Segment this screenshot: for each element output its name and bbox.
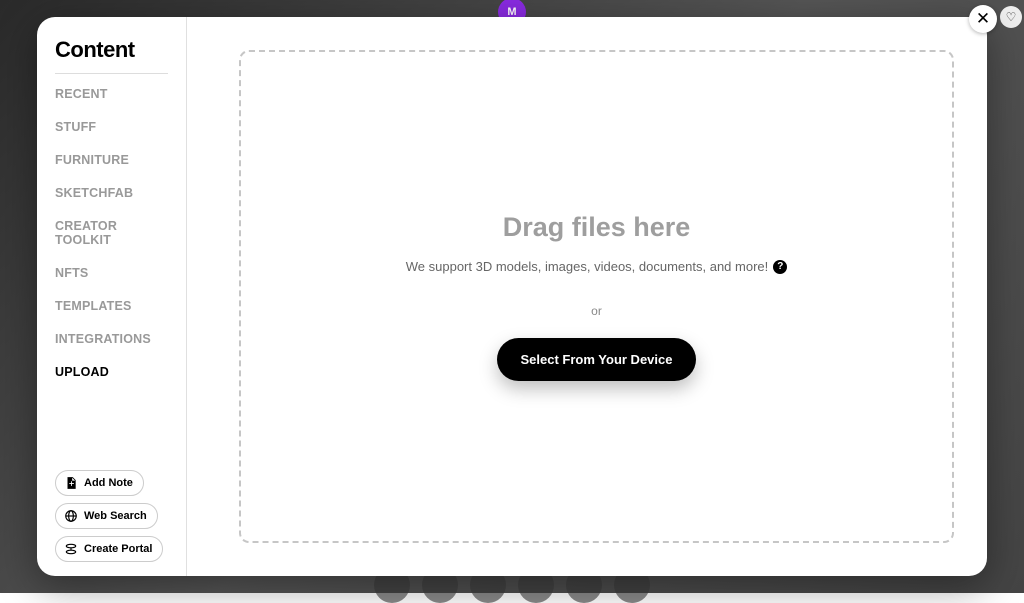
main-panel: Drag files here We support 3D models, im… xyxy=(187,17,987,576)
sidebar-bottom-actions: Add Note Web Search Create Portal xyxy=(55,470,168,562)
close-button[interactable]: ✕ xyxy=(969,5,997,33)
dropzone-subtext-label: We support 3D models, images, videos, do… xyxy=(406,259,769,274)
divider xyxy=(55,73,168,74)
web-search-label: Web Search xyxy=(84,510,147,522)
add-note-label: Add Note xyxy=(84,477,133,489)
dropzone-or: or xyxy=(591,304,602,318)
sidebar-item-integrations[interactable]: INTEGRATIONS xyxy=(55,332,168,346)
upload-dropzone[interactable]: Drag files here We support 3D models, im… xyxy=(239,50,954,543)
sidebar-item-templates[interactable]: TEMPLATES xyxy=(55,299,168,313)
sidebar-title: Content xyxy=(55,37,168,63)
create-portal-label: Create Portal xyxy=(84,543,152,555)
sidebar-item-furniture[interactable]: FURNITURE xyxy=(55,153,168,167)
create-portal-button[interactable]: Create Portal xyxy=(55,536,163,562)
portal-icon xyxy=(64,542,78,556)
select-from-device-button[interactable]: Select From Your Device xyxy=(497,338,697,381)
sidebar-item-stuff[interactable]: STUFF xyxy=(55,120,168,134)
content-modal: Content RECENT STUFF FURNITURE SKETCHFAB… xyxy=(37,17,987,576)
add-note-button[interactable]: Add Note xyxy=(55,470,144,496)
dropzone-subtext: We support 3D models, images, videos, do… xyxy=(406,259,788,274)
sidebar-item-recent[interactable]: RECENT xyxy=(55,87,168,101)
favorite-button[interactable]: ♡ xyxy=(1000,6,1022,28)
sidebar-item-sketchfab[interactable]: SKETCHFAB xyxy=(55,186,168,200)
heart-icon: ♡ xyxy=(1006,10,1017,24)
sidebar: Content RECENT STUFF FURNITURE SKETCHFAB… xyxy=(37,17,187,576)
web-search-button[interactable]: Web Search xyxy=(55,503,158,529)
note-icon xyxy=(64,476,78,490)
close-icon: ✕ xyxy=(976,9,990,29)
dropzone-heading: Drag files here xyxy=(503,212,691,243)
info-icon[interactable]: ? xyxy=(773,260,787,274)
sidebar-item-upload[interactable]: UPLOAD xyxy=(55,365,168,379)
sidebar-nav: RECENT STUFF FURNITURE SKETCHFAB CREATOR… xyxy=(55,87,168,379)
sidebar-item-creator-toolkit[interactable]: CREATOR TOOLKIT xyxy=(55,219,168,247)
sidebar-item-nfts[interactable]: NFTS xyxy=(55,266,168,280)
globe-icon xyxy=(64,509,78,523)
